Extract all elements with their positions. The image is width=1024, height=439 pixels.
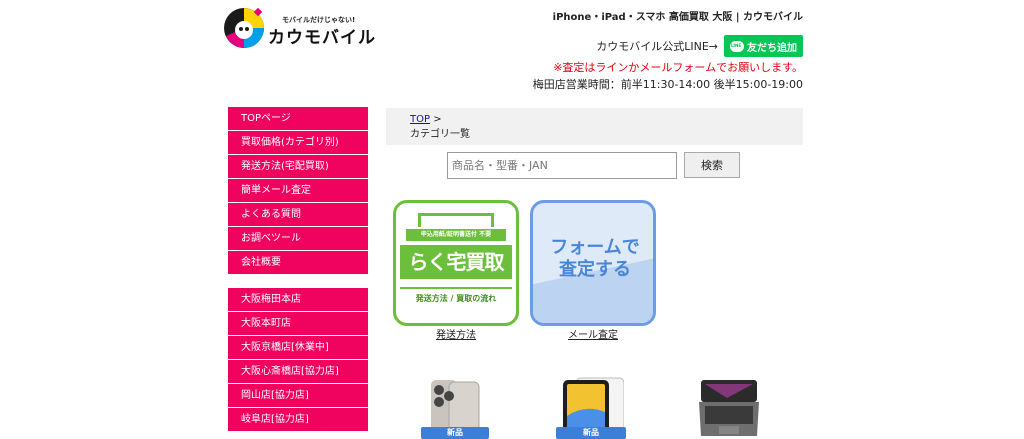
raku-banner-main-text: らく宅買取: [400, 245, 512, 279]
line-add-friend-button[interactable]: 友だち追加: [724, 35, 803, 57]
macbook-icon: [699, 380, 759, 436]
line-icon: [730, 40, 744, 52]
raku-banner-bottom-text: 発送方法 / 買取の流れ: [415, 294, 497, 303]
sidebar-store-umeda[interactable]: 大阪梅田本店: [228, 288, 368, 312]
box-tape-icon: [418, 213, 494, 227]
breadcrumb-separator: >: [433, 114, 442, 125]
raku-takuhai-banner[interactable]: 申込用紙/証明書送付 不要 らく宅買取 発送方法 / 買取の流れ: [393, 200, 519, 326]
sidebar-store-okayama[interactable]: 岡山店[協力店]: [228, 384, 368, 408]
sidebar-store-gifu[interactable]: 岐阜店[協力店]: [228, 408, 368, 432]
sidebar-item-mail-assessment[interactable]: 簡単メール査定: [228, 179, 368, 203]
breadcrumb-top-link[interactable]: TOP: [410, 114, 430, 125]
sidebar-store-kyobashi[interactable]: 大阪京橋店[休業中]: [228, 336, 368, 360]
line-button-label: 友だち追加: [747, 42, 797, 54]
business-hours: 梅田店営業時間：前半11:30-14:00 後半15:00-19:00: [532, 78, 803, 91]
raku-banner-divider: [400, 287, 512, 289]
search-input[interactable]: [447, 152, 677, 179]
new-badge: 新品: [421, 427, 489, 439]
sidebar-item-top[interactable]: TOPページ: [228, 107, 368, 131]
sidebar-store-shinsaibashi[interactable]: 大阪心斎橋店[協力店]: [228, 360, 368, 384]
sidebar-store-honmachi[interactable]: 大阪本町店: [228, 312, 368, 336]
site-title: iPhone・iPad・スマホ 高価買取 大阪 | カウモバイル: [552, 12, 803, 23]
sidebar-item-tools[interactable]: お調べツール: [228, 227, 368, 251]
mail-assessment-link[interactable]: メール査定: [530, 326, 656, 341]
product-iphone[interactable]: 新品: [421, 376, 489, 439]
form-assessment-banner[interactable]: フォームで 査定する: [530, 200, 656, 326]
form-banner-text: フォームで 査定する: [541, 237, 649, 281]
product-ipad[interactable]: 新品: [556, 376, 626, 439]
product-macbook[interactable]: [697, 376, 761, 439]
sidebar-item-faq[interactable]: よくある質問: [228, 203, 368, 227]
logo-mark-icon: [224, 7, 264, 48]
sidebar-item-company[interactable]: 会社概要: [228, 251, 368, 275]
logo-name: カウモバイル: [268, 28, 376, 48]
sidebar-divider: [228, 275, 368, 288]
line-row: カウモバイル公式LINE→ 友だち追加: [596, 35, 803, 57]
line-label: カウモバイル公式LINE→: [596, 40, 718, 53]
form-banner-line1: フォームで: [550, 237, 640, 258]
raku-banner-top-text: 申込用紙/証明書送付 不要: [406, 229, 506, 241]
sidebar-item-prices[interactable]: 買取価格(カテゴリ別): [228, 131, 368, 155]
search-button[interactable]: 検索: [684, 152, 740, 178]
assessment-notice: ※査定はラインかメールフォームでお願いします。: [553, 61, 803, 74]
shipping-method-link[interactable]: 発送方法: [393, 326, 519, 341]
form-banner-line2: 査定する: [559, 259, 631, 280]
breadcrumb: TOP > カテゴリ一覧: [386, 108, 803, 145]
site-logo[interactable]: モバイルだけじゃない! カウモバイル: [222, 4, 375, 54]
sidebar-item-shipping[interactable]: 発送方法(宅配買取): [228, 155, 368, 179]
new-badge-2: 新品: [556, 427, 626, 439]
breadcrumb-current: カテゴリ一覧: [410, 129, 470, 140]
sidebar: TOPページ 買取価格(カテゴリ別) 発送方法(宅配買取) 簡単メール査定 よく…: [228, 107, 368, 432]
